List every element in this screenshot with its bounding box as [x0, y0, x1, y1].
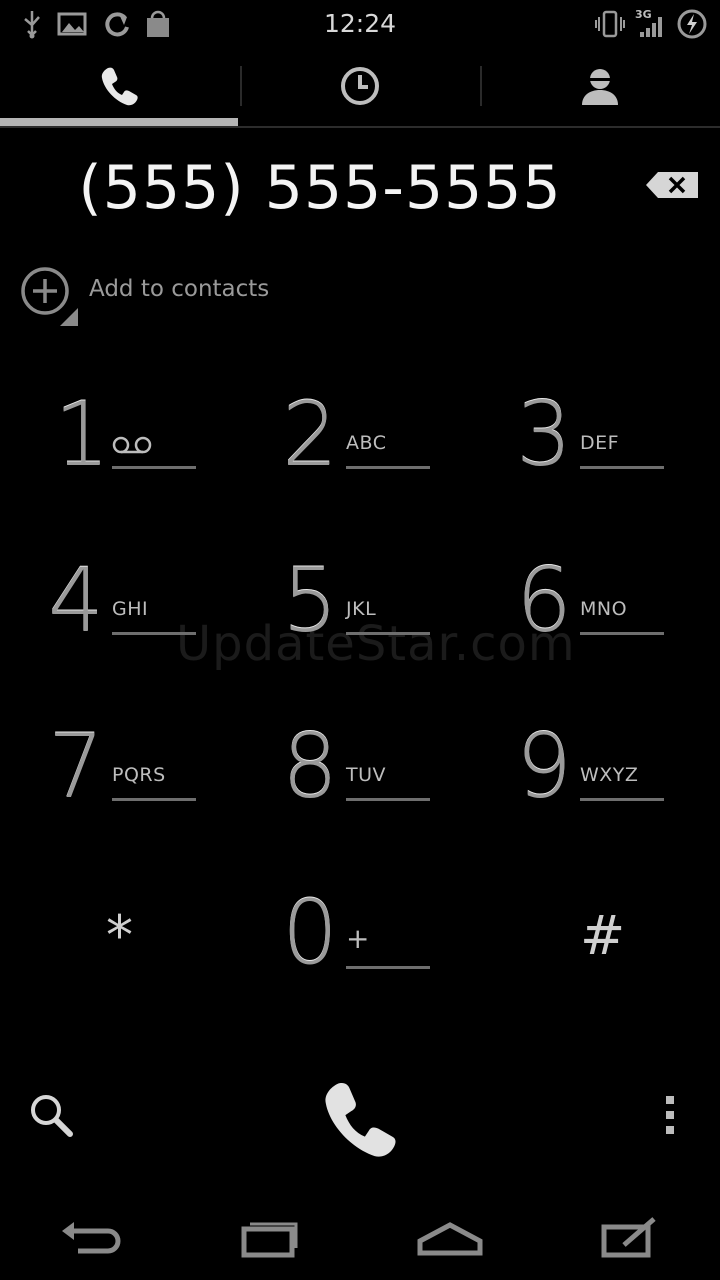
key-6[interactable]: 6 MNO [508, 556, 720, 706]
clock-icon [341, 67, 379, 105]
key-0[interactable]: 0 + [274, 888, 508, 1038]
recent-apps-button[interactable] [230, 1214, 310, 1264]
key-underline [580, 798, 664, 801]
key-digit: * [106, 904, 133, 967]
signal-icon: 3G [633, 6, 667, 42]
more-vert-icon [666, 1096, 674, 1134]
status-bar: 12:24 3G [0, 0, 720, 48]
voicemail-icon [112, 436, 152, 454]
key-letters: TUV [346, 764, 387, 786]
key-underline [580, 632, 664, 635]
key-letters: JKL [346, 598, 377, 620]
key-letters: MNO [580, 598, 628, 620]
key-underline [346, 466, 430, 469]
dialer-action-bar [0, 1070, 720, 1170]
key-digit: # [580, 904, 626, 967]
key-digit: 6 [516, 549, 572, 652]
key-letters: + [346, 922, 370, 955]
home-button[interactable] [410, 1214, 490, 1264]
key-digit: 1 [54, 383, 110, 486]
tab-phone[interactable] [0, 48, 240, 124]
add-circle-icon [16, 262, 80, 326]
key-digit: 4 [48, 549, 104, 652]
search-icon [31, 1095, 73, 1137]
back-icon [62, 1222, 121, 1254]
key-7[interactable]: 7 PQRS [40, 722, 274, 872]
key-digit: 5 [282, 549, 338, 652]
edit-icon [601, 1217, 656, 1258]
tab-call-log[interactable] [240, 48, 480, 124]
add-to-contacts-button[interactable]: Add to contacts [16, 262, 316, 326]
key-1[interactable]: 1 [40, 390, 274, 540]
network-type-label: 3G [635, 8, 652, 21]
tab-underline [0, 126, 720, 128]
key-digit: 3 [516, 383, 572, 486]
tab-bar [0, 48, 720, 128]
phone-icon [325, 1083, 396, 1157]
vibrate-icon [594, 6, 626, 42]
key-digit: 7 [48, 715, 104, 818]
key-letters: PQRS [112, 764, 166, 786]
key-underline [346, 632, 430, 635]
key-digit: 8 [282, 715, 338, 818]
add-to-contacts-label: Add to contacts [89, 276, 270, 302]
key-letters: DEF [580, 432, 620, 454]
backspace-icon [646, 172, 698, 198]
call-button[interactable] [318, 1076, 404, 1162]
tab-contacts[interactable] [480, 48, 720, 124]
key-digit: 2 [282, 383, 338, 486]
key-2[interactable]: 2 ABC [274, 390, 508, 540]
search-button[interactable] [26, 1090, 76, 1140]
backspace-button[interactable] [644, 168, 700, 202]
back-button[interactable] [50, 1214, 130, 1264]
home-icon [417, 1222, 483, 1256]
key-underline [346, 798, 430, 801]
contact-icon [582, 69, 618, 105]
key-underline [112, 798, 196, 801]
key-star[interactable]: * [40, 890, 274, 1040]
phone-icon [101, 67, 138, 106]
key-letters: WXYZ [580, 764, 639, 786]
dialed-number[interactable]: (555) 555-5555 [40, 148, 600, 228]
overflow-menu-button[interactable] [650, 1090, 690, 1140]
key-underline [580, 466, 664, 469]
key-letters: ABC [346, 432, 387, 454]
key-digit: 9 [516, 715, 572, 818]
key-4[interactable]: 4 GHI [40, 556, 274, 706]
key-8[interactable]: 8 TUV [274, 722, 508, 872]
key-letters: GHI [112, 598, 149, 620]
key-underline [112, 632, 196, 635]
key-5[interactable]: 5 JKL [274, 556, 508, 706]
key-3[interactable]: 3 DEF [508, 390, 720, 540]
key-hash[interactable]: # [508, 890, 720, 1040]
key-9[interactable]: 9 WXYZ [508, 722, 720, 872]
key-digit: 0 [282, 881, 338, 984]
battery-charging-icon [674, 6, 710, 42]
menu-button[interactable] [590, 1214, 670, 1264]
key-underline [112, 466, 196, 469]
key-underline [346, 966, 430, 969]
navigation-bar [0, 1200, 720, 1280]
recent-apps-icon [241, 1222, 298, 1258]
